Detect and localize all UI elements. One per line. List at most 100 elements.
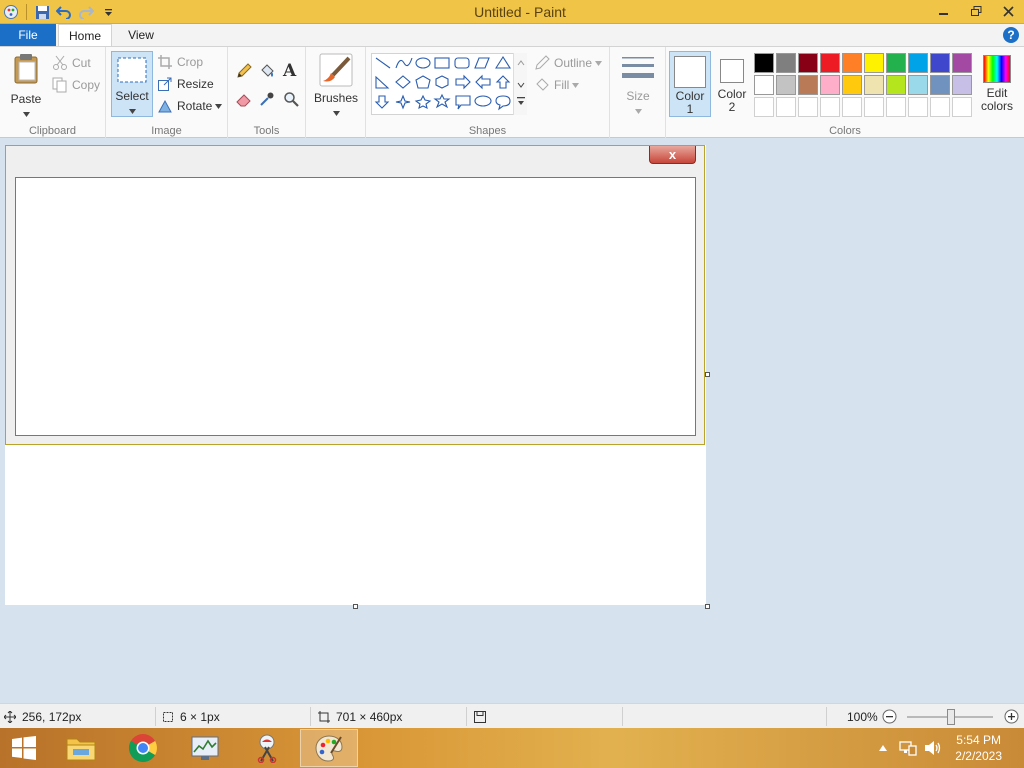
palette-swatch[interactable] (776, 53, 796, 73)
network-button[interactable] (896, 740, 920, 756)
canvas-resize-handle-bottom[interactable] (353, 604, 358, 609)
resize-button[interactable]: Resize (158, 77, 214, 91)
text-tool-icon: A (283, 61, 297, 81)
palette-swatch[interactable] (930, 53, 950, 73)
monitor-chart-icon (191, 736, 219, 760)
palette-swatch[interactable] (798, 53, 818, 73)
zoom-slider[interactable] (907, 704, 995, 729)
zoom-slider-thumb[interactable] (947, 708, 955, 725)
custom-color-slot[interactable] (952, 97, 972, 117)
custom-color-slot[interactable] (820, 97, 840, 117)
clipboard-group-label: Clipboard (28, 125, 77, 137)
eyedropper-icon (260, 92, 274, 106)
custom-color-slot[interactable] (754, 97, 774, 117)
palette-swatch[interactable] (754, 53, 774, 73)
crop-icon (158, 55, 172, 69)
text-tool[interactable]: A (283, 61, 296, 81)
fill-button[interactable]: Fill (534, 77, 580, 93)
color2-button[interactable]: Color 2 (712, 51, 752, 117)
taskbar-file-explorer[interactable] (52, 729, 110, 767)
window-title: Untitled - Paint (474, 4, 566, 20)
taskbar-clock[interactable]: 5:54 PM 2/2/2023 (955, 732, 1002, 764)
volume-button[interactable] (922, 740, 944, 756)
tab-home[interactable]: Home (58, 24, 112, 47)
pasted-window-image[interactable]: x (5, 145, 705, 445)
custom-color-slot[interactable] (908, 97, 928, 117)
close-button[interactable] (992, 0, 1024, 22)
paste-button[interactable]: Paste (6, 53, 46, 120)
outline-button[interactable]: Outline (534, 55, 603, 71)
selection-size-text: 6 × 1px (180, 709, 220, 724)
custom-color-slot[interactable] (886, 97, 906, 117)
custom-color-slot[interactable] (864, 97, 884, 117)
shapes-gallery-scroll[interactable] (513, 53, 527, 115)
taskbar-snipping-tool[interactable] (238, 729, 296, 767)
crop-button[interactable]: Crop (158, 55, 203, 69)
shapes-gallery[interactable] (371, 53, 527, 115)
move-cursor-icon (4, 710, 16, 723)
palette-swatch[interactable] (864, 75, 884, 95)
size-group: Size (610, 47, 666, 139)
custom-color-slot[interactable] (842, 97, 862, 117)
zoom-in-button[interactable] (1004, 704, 1019, 729)
canvas-area[interactable]: x (0, 139, 1024, 703)
custom-color-slot[interactable] (776, 97, 796, 117)
minimize-button[interactable] (928, 0, 960, 22)
color2-swatch (720, 59, 744, 83)
eraser-tool[interactable] (236, 91, 252, 107)
palette-swatch[interactable] (798, 75, 818, 95)
selection-icon (117, 57, 147, 83)
palette-swatch[interactable] (842, 53, 862, 73)
color1-button[interactable]: Color 1 (669, 51, 711, 117)
taskbar-resource-monitor[interactable] (176, 729, 234, 767)
copy-button[interactable]: Copy (52, 77, 100, 93)
palette-swatch[interactable] (908, 53, 928, 73)
palette-swatch[interactable] (908, 75, 928, 95)
magnifier-tool[interactable] (283, 91, 299, 107)
show-hidden-icons-button[interactable] (876, 745, 890, 751)
palette-swatch[interactable] (842, 75, 862, 95)
zoom-level: 100% (847, 709, 878, 724)
palette-swatch[interactable] (776, 75, 796, 95)
colors-group: Color 1 Color 2 Edit colors Colors (666, 47, 1024, 139)
tab-view[interactable]: View (114, 24, 168, 46)
zoom-out-button[interactable] (882, 704, 897, 729)
palette-swatch[interactable] (930, 75, 950, 95)
tab-file[interactable]: File (0, 24, 56, 46)
size-button[interactable]: Size (616, 53, 660, 117)
custom-color-slot[interactable] (798, 97, 818, 117)
line-size-icon (622, 57, 654, 78)
resize-label: Resize (177, 77, 214, 91)
select-button[interactable]: Select (111, 51, 153, 117)
palette-swatch[interactable] (754, 75, 774, 95)
pencil-tool[interactable] (236, 63, 252, 79)
help-button[interactable]: ? (1003, 27, 1019, 43)
color-picker-tool[interactable] (259, 91, 275, 107)
paint-palette-icon (315, 735, 343, 762)
fill-tool[interactable] (259, 63, 275, 79)
canvas-resize-handle-corner[interactable] (705, 604, 710, 609)
palette-swatch[interactable] (820, 53, 840, 73)
magnifier-icon (284, 92, 299, 107)
restore-button[interactable] (960, 0, 992, 22)
palette-swatch[interactable] (864, 53, 884, 73)
palette-swatch[interactable] (952, 75, 972, 95)
custom-color-slot[interactable] (930, 97, 950, 117)
cut-button[interactable]: Cut (52, 55, 91, 71)
rotate-button[interactable]: Rotate (158, 99, 223, 113)
zoom-in-icon (1004, 709, 1019, 724)
ribbon: Paste Cut Copy Clipboard Select Crop Res… (0, 46, 1024, 139)
palette-swatch[interactable] (886, 53, 906, 73)
start-button[interactable] (0, 729, 48, 767)
palette-swatch[interactable] (820, 75, 840, 95)
cursor-position-text: 256, 172px (22, 709, 82, 724)
palette-swatch[interactable] (886, 75, 906, 95)
taskbar-chrome[interactable] (114, 729, 172, 767)
brushes-button[interactable]: Brushes (311, 53, 361, 119)
close-icon: x (649, 146, 696, 164)
canvas-resize-handle-right[interactable] (705, 372, 710, 377)
taskbar-paint[interactable] (300, 729, 358, 767)
edit-colors-button[interactable]: Edit colors (974, 51, 1020, 113)
palette-swatch[interactable] (952, 53, 972, 73)
fill-bucket-icon (536, 78, 549, 91)
